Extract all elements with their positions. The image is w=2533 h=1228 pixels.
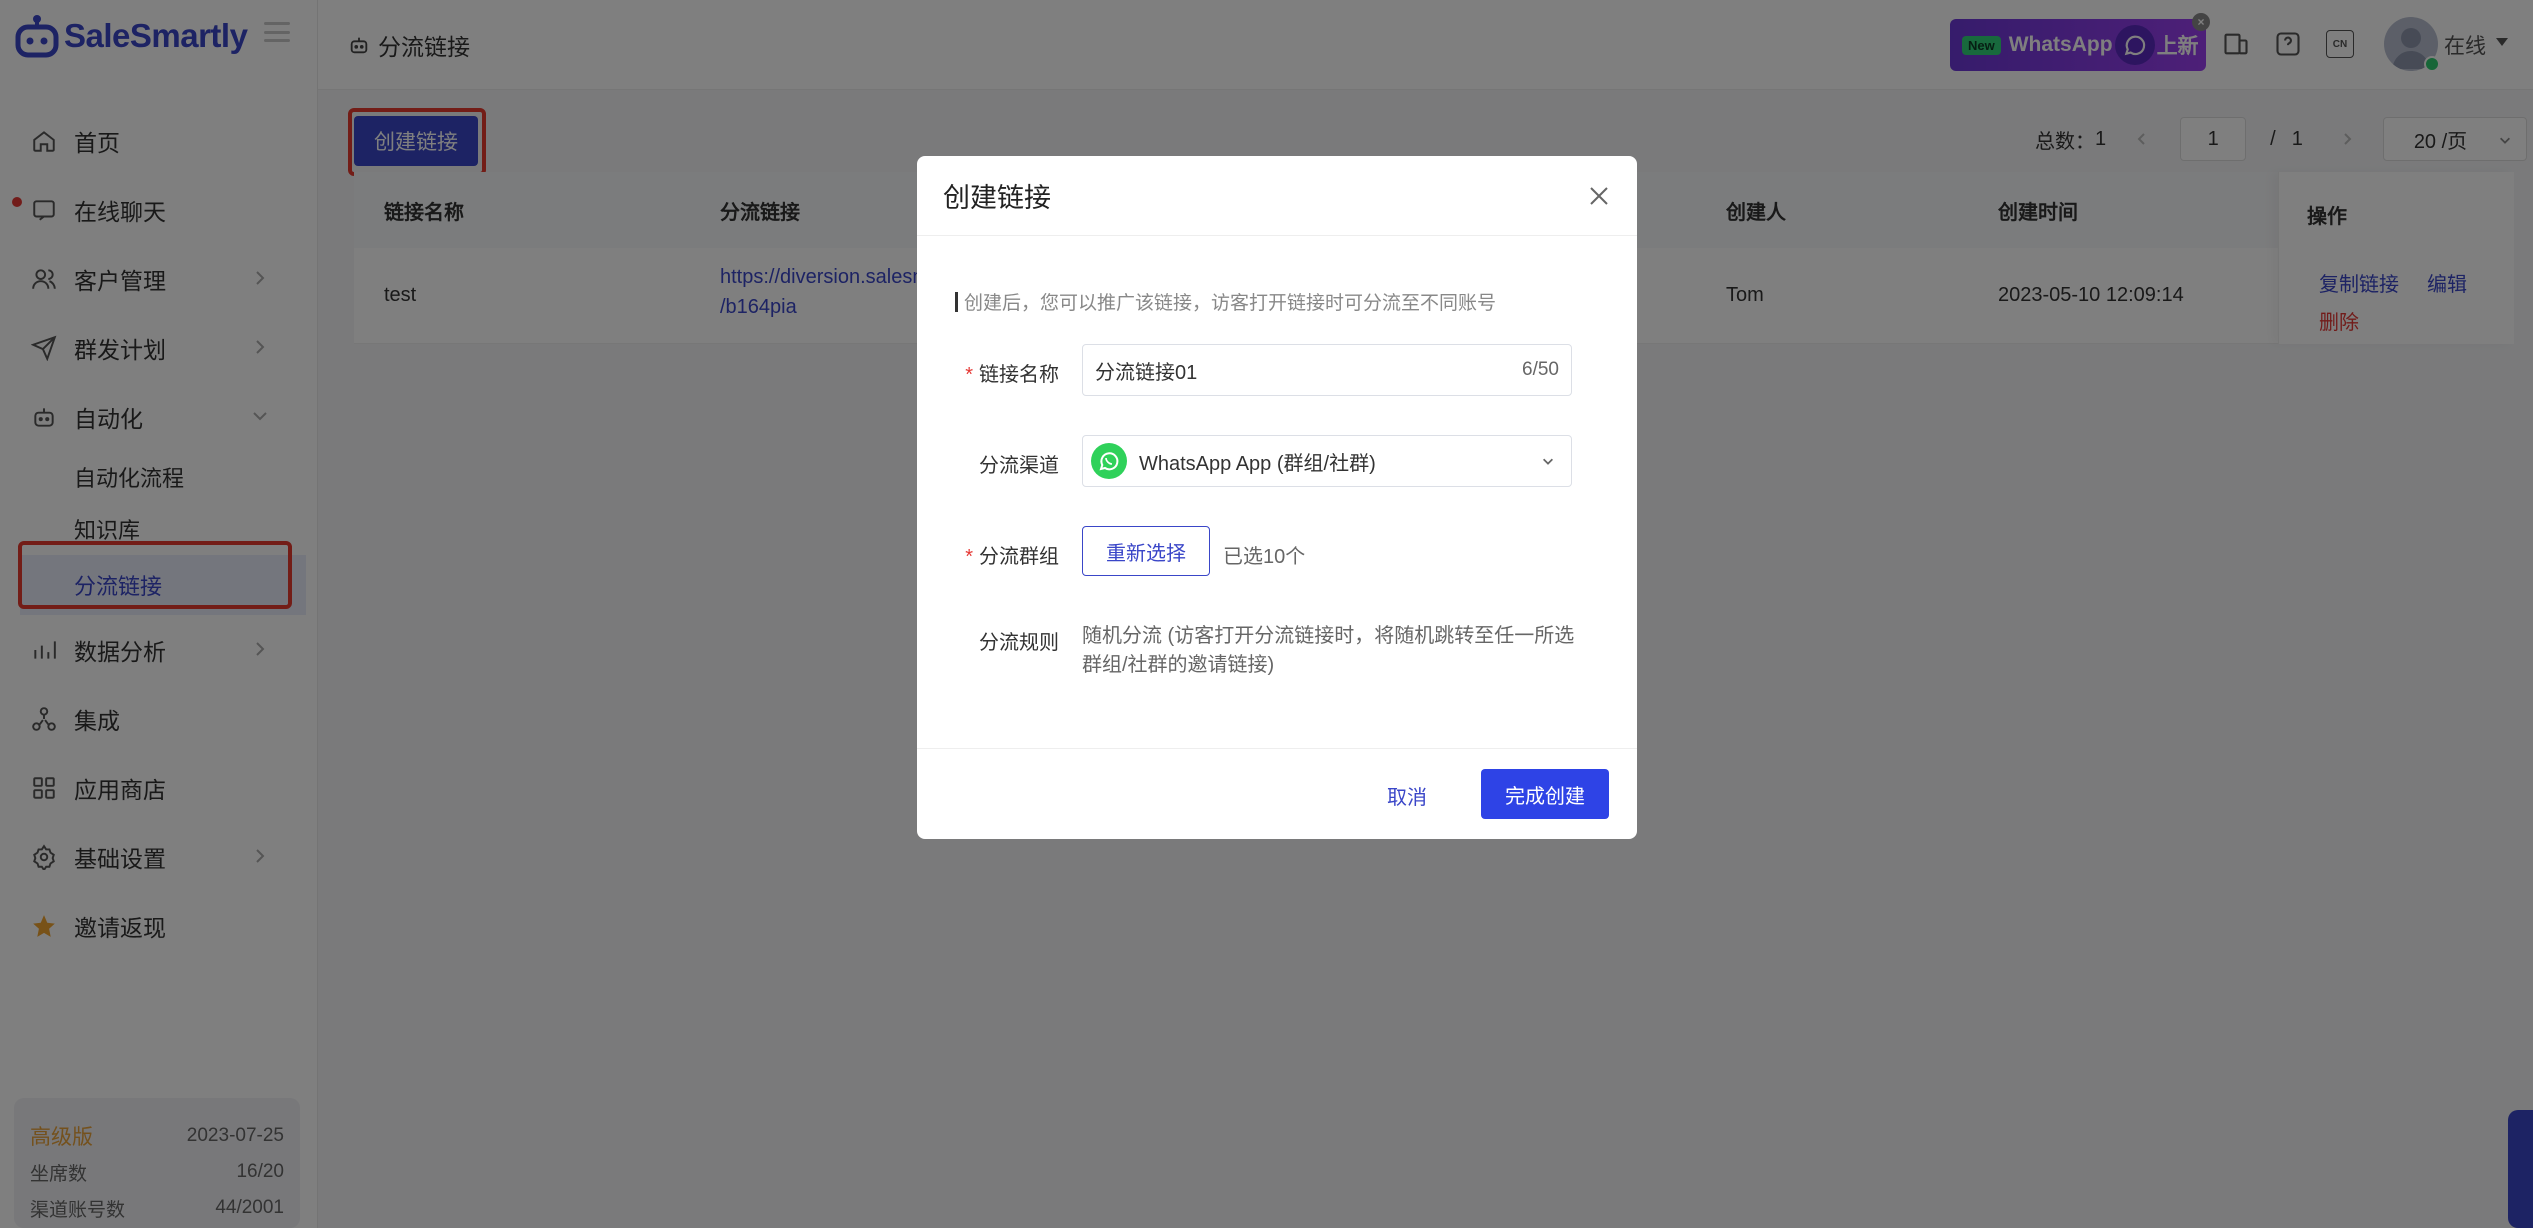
- modal-footer: 取消 完成创建: [917, 748, 1637, 839]
- channel-label: 分流渠道: [979, 455, 1059, 477]
- create-link-modal: 创建链接 创建后，您可以推广该链接，访客打开链接时可分流至不同账号 * 链接名称 …: [917, 156, 1637, 839]
- group-label: * 分流群组: [965, 546, 1059, 568]
- form-row-groups: * 分流群组 重新选择 已选10个: [917, 526, 1637, 578]
- channel-value: WhatsApp App (群组/社群): [1139, 452, 1376, 475]
- tip-bar: [955, 291, 958, 312]
- rule-text: 随机分流 (访客打开分流链接时，将随机跳转至任一所选群组/社群的邀请链接): [1082, 625, 1575, 676]
- form-row-rule: 分流规则 随机分流 (访客打开分流链接时，将随机跳转至任一所选群组/社群的邀请链…: [917, 625, 1637, 686]
- form-row-channel: 分流渠道 WhatsApp App (群组/社群): [917, 435, 1637, 487]
- confirm-create-button[interactable]: 完成创建: [1481, 769, 1609, 819]
- char-counter: 6/50: [1522, 359, 1559, 380]
- close-icon[interactable]: [1587, 184, 1611, 208]
- rule-label: 分流规则: [979, 632, 1059, 654]
- form-row-name: * 链接名称 分流链接01 6/50: [917, 344, 1637, 396]
- reselect-groups-button[interactable]: 重新选择: [1082, 526, 1210, 576]
- modal-header: 创建链接: [917, 156, 1637, 236]
- link-name-input[interactable]: 分流链接01 6/50: [1082, 344, 1572, 396]
- cancel-button[interactable]: 取消: [1387, 781, 1427, 810]
- channel-select[interactable]: WhatsApp App (群组/社群): [1082, 435, 1572, 487]
- modal-tip: 创建后，您可以推广该链接，访客打开链接时可分流至不同账号: [955, 288, 1496, 315]
- selected-count: 已选10个: [1223, 546, 1306, 568]
- whatsapp-icon: [1091, 443, 1127, 479]
- name-label: * 链接名称: [965, 364, 1059, 386]
- chevron-down-icon: [1543, 458, 1553, 465]
- link-name-value: 分流链接01: [1095, 361, 1198, 384]
- modal-title: 创建链接: [943, 183, 1051, 213]
- tip-text: 创建后，您可以推广该链接，访客打开链接时可分流至不同账号: [964, 293, 1497, 314]
